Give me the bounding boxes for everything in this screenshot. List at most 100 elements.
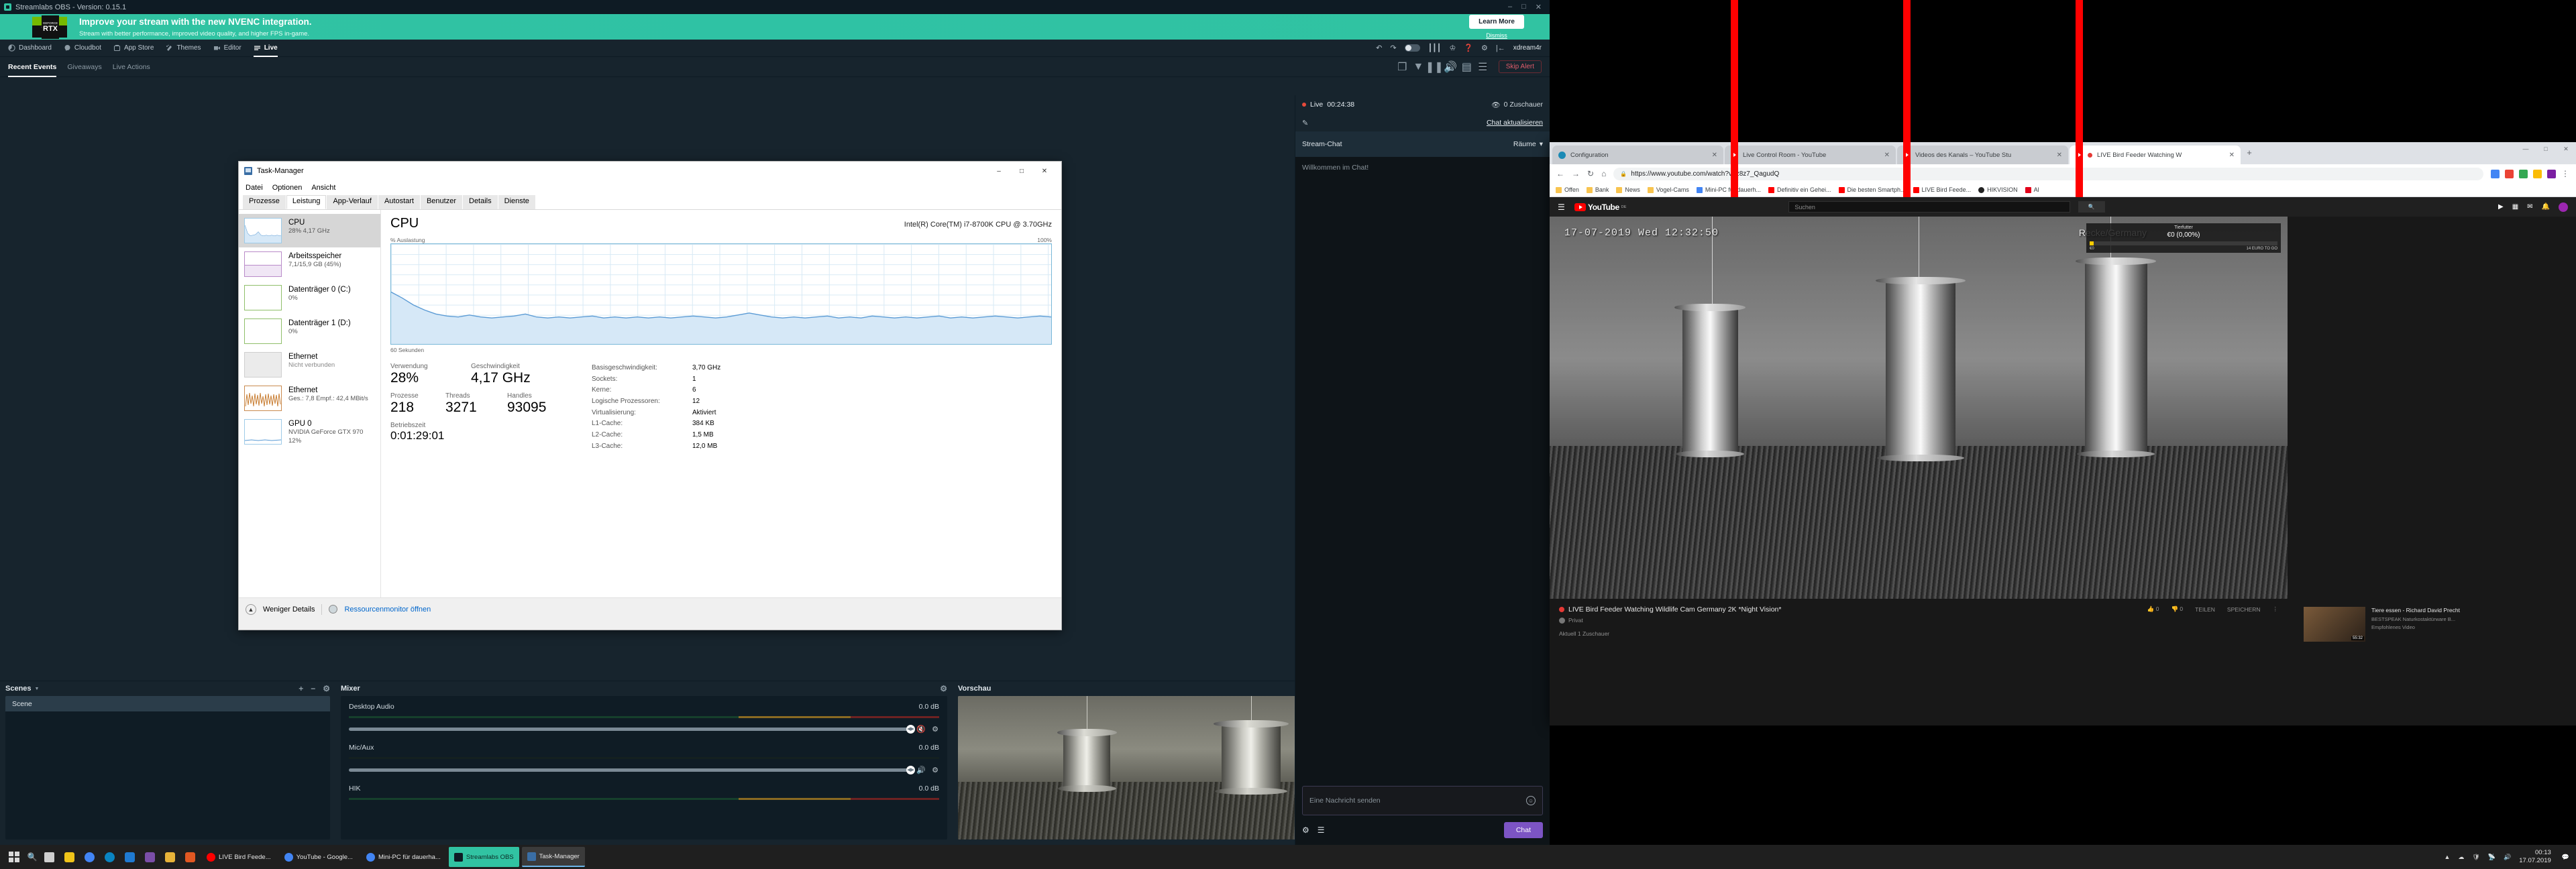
bookmark-al[interactable]: Al <box>2025 186 2039 193</box>
extension-icon[interactable] <box>2505 170 2514 178</box>
new-tab-button[interactable]: + <box>2242 145 2257 160</box>
tm-close-button[interactable]: ✕ <box>1033 162 1056 180</box>
menu-optionen[interactable]: Optionen <box>272 184 303 192</box>
chat-list-icon[interactable]: ☰ <box>1318 825 1325 835</box>
suggested-thumbnail[interactable]: 55:32 <box>2304 607 2365 642</box>
avatar[interactable] <box>2559 202 2568 212</box>
layout-icon[interactable]: ▤ <box>1462 62 1471 71</box>
browser-tab-configuration[interactable]: Configuration ✕ <box>1552 146 1723 164</box>
bookmark-vogel-cams[interactable]: Vogel-Cams <box>1648 186 1689 193</box>
chrome-icon[interactable] <box>79 845 99 869</box>
tm-tab-prozesse[interactable]: Prozesse <box>243 195 286 209</box>
chrome-menu-icon[interactable]: ⋮ <box>2561 169 2569 178</box>
task-view-icon[interactable] <box>39 845 59 869</box>
resource-item-gpu0[interactable]: GPU 0 NVIDIA GeForce GTX 970 12% <box>239 415 380 449</box>
menu-icon[interactable]: ☰ <box>1558 202 1566 212</box>
extension-icon[interactable] <box>2533 170 2542 178</box>
mute-icon[interactable]: 🔇 <box>917 725 925 733</box>
like-count[interactable]: 👍 0 <box>2147 605 2159 613</box>
volume-slider[interactable]: ◀▶ <box>349 728 911 731</box>
close-tab-icon[interactable]: ✕ <box>2057 152 2062 159</box>
messages-icon[interactable]: ✉ <box>2527 203 2532 211</box>
volume-icon[interactable]: 🔊 <box>2504 854 2511 861</box>
home-icon[interactable]: ⌂ <box>1601 169 1606 178</box>
bookmark-live-bird-feeder[interactable]: LIVE Bird Feede... <box>1913 186 1972 193</box>
remove-scene-icon[interactable]: − <box>311 684 315 693</box>
youtube-logo[interactable]: YouTube DE <box>1574 202 1626 212</box>
mail-icon[interactable] <box>119 845 140 869</box>
resource-item-disk0[interactable]: Datenträger 0 (C:) 0% <box>239 281 380 314</box>
tab-giveaways[interactable]: Giveaways <box>67 57 101 77</box>
taskbar-app-live-bird-feeder[interactable]: LIVE Bird Feede... <box>201 847 276 867</box>
undo-icon[interactable]: ↶ <box>1376 44 1382 52</box>
tab-live-actions[interactable]: Live Actions <box>113 57 150 77</box>
slider-knob[interactable]: ◀▶ <box>906 766 915 774</box>
back-icon[interactable]: ← <box>1556 169 1564 178</box>
explorer-icon[interactable] <box>59 845 79 869</box>
sidebar-item-themes[interactable]: Themes <box>166 40 201 57</box>
resource-item-cpu[interactable]: CPU 28% 4,17 GHz <box>239 214 380 247</box>
help-icon[interactable]: ❓ <box>1464 44 1473 52</box>
chat-rooms-selector[interactable]: Räume ▾ <box>1513 140 1543 148</box>
list-icon[interactable]: ☰ <box>1479 62 1487 71</box>
dismiss-link[interactable]: Dismiss <box>1469 32 1524 39</box>
search-icon[interactable]: 🔍 <box>25 845 39 869</box>
tm-maximize-button[interactable]: □ <box>1010 162 1033 180</box>
search-input[interactable]: Suchen <box>1788 201 2070 213</box>
taskbar-app-mini-pc[interactable]: Mini-PC für dauerha... <box>361 847 446 867</box>
resource-item-ethernet-active[interactable]: Ethernet Ges.: 7,8 Empf.: 42,4 MBit/s <box>239 382 380 415</box>
bookmark-offen[interactable]: Offen <box>1556 186 1579 193</box>
forward-icon[interactable]: → <box>1572 169 1580 178</box>
browser-tab-live-control-room[interactable]: Live Control Room - YouTube ✕ <box>1725 146 1896 164</box>
youtube-video-player[interactable]: 17-07-2019 Wed 12:32:50 Recke/Germany Ti… <box>1550 217 2288 599</box>
notifications-icon[interactable]: 💬 <box>2562 854 2569 861</box>
logout-icon[interactable]: |← <box>1496 44 1505 52</box>
store-icon[interactable] <box>140 845 160 869</box>
volume-slider[interactable]: ◀▶ <box>349 768 911 772</box>
bookmark-smartphones[interactable]: Die besten Smartph... <box>1839 186 1906 193</box>
redo-icon[interactable]: ↷ <box>1390 44 1396 52</box>
chevron-down-icon[interactable]: ▼ <box>35 687 40 691</box>
maximize-button[interactable]: □ <box>1521 3 1526 11</box>
edit-stream-info-icon[interactable]: ✎ <box>1302 119 1308 127</box>
extension-icon[interactable] <box>2519 170 2528 178</box>
menu-ansicht[interactable]: Ansicht <box>311 184 335 192</box>
show-hidden-icons[interactable]: ▲ <box>2444 854 2450 860</box>
slider-knob[interactable]: ◀▶ <box>906 725 915 734</box>
source-settings-icon[interactable]: ⚙ <box>931 766 939 774</box>
bookmark-hikvision[interactable]: HIKVISION <box>1978 186 2018 193</box>
chrome-close-button[interactable]: ✕ <box>2556 142 2576 156</box>
minimize-button[interactable]: – <box>1508 3 1512 11</box>
channel-name[interactable]: Privat <box>1568 617 1583 624</box>
start-icon[interactable] <box>3 845 25 869</box>
dislike-count[interactable]: 👎 0 <box>2171 605 2183 613</box>
tm-tab-details[interactable]: Details <box>463 195 498 209</box>
resource-item-memory[interactable]: Arbeitsspeicher 7,1/15,9 GB (45%) <box>239 247 380 281</box>
resource-item-ethernet-disconnected[interactable]: Ethernet Nicht verbunden <box>239 348 380 382</box>
user-name[interactable]: xdream4r <box>1513 44 1542 52</box>
media-icon[interactable] <box>180 845 200 869</box>
tm-tab-benutzer[interactable]: Benutzer <box>421 195 462 209</box>
add-scene-icon[interactable]: + <box>299 684 303 693</box>
studio-mode-toggle[interactable] <box>1405 44 1420 52</box>
save-button[interactable]: SPEICHERN <box>2227 606 2261 613</box>
learn-more-button[interactable]: Learn More <box>1469 15 1524 29</box>
filter-icon[interactable]: ▼ <box>1414 62 1423 71</box>
taskbar-clock[interactable]: 00:13 17.07.2019 <box>2519 849 2554 865</box>
taskbar-app-task-manager[interactable]: Task-Manager <box>522 847 585 867</box>
mixer-icon[interactable]: ┃┃┃ <box>1428 44 1442 52</box>
open-resource-monitor-link[interactable]: Ressourcenmonitor öffnen <box>344 605 431 614</box>
scene-settings-icon[interactable]: ⚙ <box>323 684 330 693</box>
taskbar-app-streamlabs-obs[interactable]: Streamlabs OBS <box>449 847 519 867</box>
sidebar-item-cloudbot[interactable]: Cloudbot <box>64 40 101 57</box>
resource-item-disk1[interactable]: Datenträger 1 (D:) 0% <box>239 314 380 348</box>
reload-icon[interactable]: ↻ <box>1587 169 1594 178</box>
emoji-icon[interactable]: ☺ <box>1526 796 1536 805</box>
tm-tab-app-verlauf[interactable]: App-Verlauf <box>327 195 377 209</box>
pause-icon[interactable]: ❚❚ <box>1430 62 1439 71</box>
chat-input[interactable]: Eine Nachricht senden ☺ <box>1302 786 1543 815</box>
tm-tab-dienste[interactable]: Dienste <box>498 195 535 209</box>
volume-icon[interactable]: 🔊 <box>1446 62 1455 71</box>
close-tab-icon[interactable]: ✕ <box>1884 152 1890 159</box>
list-item[interactable]: Scene <box>5 696 330 711</box>
